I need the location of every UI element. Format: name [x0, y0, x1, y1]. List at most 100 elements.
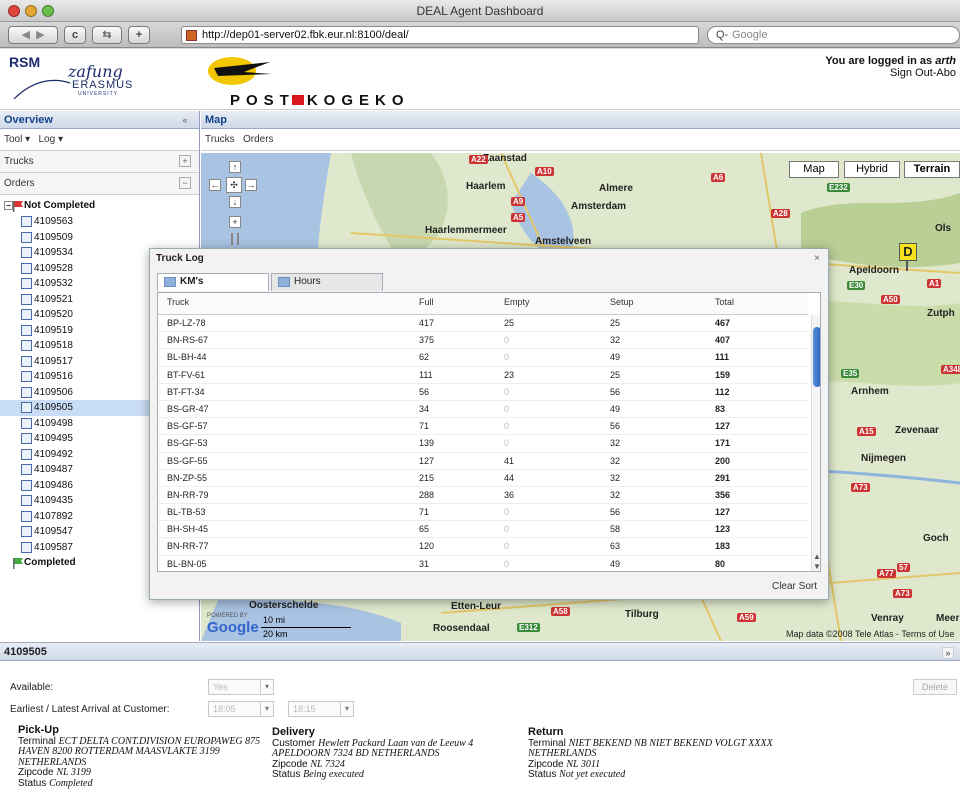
col-full-header[interactable]: Full — [419, 297, 434, 307]
grid-header: Truck Full Empty Setup Total — [158, 293, 808, 315]
table-row[interactable]: BL-BH-44 62 0 49 111 — [158, 349, 808, 367]
clear-sort-button[interactable]: Clear Sort — [772, 581, 817, 592]
cell-total: 111 — [715, 352, 730, 363]
collapse-icon[interactable]: − — [179, 177, 191, 189]
cell-setup: 32 — [610, 489, 621, 500]
zoom-in-button[interactable]: + — [229, 216, 241, 228]
postkogeko-logo: POST KOGEKO — [230, 92, 410, 109]
pan-down-button[interactable]: ↓ — [229, 196, 241, 208]
road-shield: A73 — [851, 483, 870, 492]
maptype-terrain-button[interactable]: Terrain — [904, 161, 960, 178]
document-icon — [21, 231, 32, 243]
collapse-panel-button[interactable]: « — [179, 115, 191, 127]
map-title: Map — [205, 114, 227, 126]
pan-left-button[interactable]: ← — [209, 179, 221, 191]
col-truck-header[interactable]: Truck — [167, 297, 189, 307]
table-row[interactable]: BT-FT-34 56 0 56 112 — [158, 384, 808, 401]
orders-section[interactable]: Orders − — [0, 173, 199, 195]
zoom-slider[interactable] — [231, 233, 239, 245]
map-attribution[interactable]: Map data ©2008 Tele Atlas - Terms of Use — [786, 629, 954, 639]
pan-center-button[interactable]: ✣ — [226, 177, 242, 193]
expand-icon[interactable]: + — [179, 155, 191, 167]
col-total-header[interactable]: Total — [715, 297, 734, 307]
available-select[interactable]: Yes ▾ — [208, 679, 274, 695]
snapback-button[interactable]: ⇆ — [92, 26, 122, 44]
col-setup-header[interactable]: Setup — [610, 297, 634, 307]
table-row[interactable]: BN-RS-67 375 0 32 407 — [158, 332, 808, 350]
url-input[interactable]: http://dep01-server02.fbk.eur.nl:8100/de… — [181, 26, 699, 44]
table-row[interactable]: BN-ZP-55 215 44 32 291 — [158, 470, 808, 487]
pickup-section: Pick-Up Terminal ECT DELTA CONT.DIVISION… — [18, 725, 280, 789]
order-id: 4109520 — [34, 309, 73, 320]
log-menu[interactable]: Log ▾ — [39, 134, 63, 145]
document-icon — [21, 433, 32, 444]
signout-link[interactable]: Sign Out-Abo — [825, 67, 956, 79]
back-icon[interactable]: ◀ — [21, 29, 29, 41]
maptype-hybrid-button[interactable]: Hybrid — [844, 161, 900, 178]
order-item[interactable]: 4109563 — [0, 214, 199, 230]
search-input[interactable]: Q- Google — [707, 26, 960, 44]
table-row[interactable]: BN-RR-79 288 36 32 356 — [158, 487, 808, 505]
brand-post: POST — [230, 92, 295, 109]
cell-setup: 56 — [610, 421, 621, 432]
tool-menu[interactable]: Tool ▾ — [4, 134, 30, 145]
order-id: 4107892 — [34, 510, 73, 522]
pan-up-button[interactable]: ↑ — [229, 161, 241, 173]
delivery-marker[interactable]: D — [899, 243, 917, 261]
road-shield: A10 — [535, 167, 554, 176]
table-row[interactable]: BT-FV-61 111 23 25 159 — [158, 367, 808, 384]
reload-button[interactable]: c — [64, 26, 86, 44]
road-shield: A77 — [877, 569, 896, 578]
document-icon — [21, 417, 32, 429]
delete-button[interactable]: Delete — [913, 679, 957, 695]
table-row[interactable]: BS-GF-57 71 0 56 127 — [158, 418, 808, 436]
maptype-map-button[interactable]: Map — [789, 161, 839, 178]
forward-icon[interactable]: ▶ — [36, 29, 44, 41]
order-item[interactable]: 4109509 — [0, 230, 199, 246]
orders-label: Orders — [4, 178, 35, 189]
scroll-down-icon[interactable]: ▼ — [813, 562, 820, 571]
arrival-to-select[interactable]: 18:15 ▾ — [288, 701, 354, 717]
table-row[interactable]: BL-TB-53 71 0 56 127 — [158, 504, 808, 522]
arrival-from-select[interactable]: 18:05 ▾ — [208, 701, 274, 717]
road-shield: A6 — [711, 173, 726, 182]
map-city-label: Amstelveen — [535, 236, 592, 247]
table-row[interactable]: BP-LZ-78 417 25 25 467 — [158, 315, 808, 333]
cell-truck: BL-BN-05 — [167, 558, 207, 569]
document-icon — [21, 216, 32, 227]
back-forward-buttons[interactable]: ◀ ▶ — [8, 26, 58, 44]
grid-icon — [278, 277, 290, 287]
map-tab-orders[interactable]: Orders — [243, 134, 274, 145]
table-row[interactable]: BS-GF-55 127 41 32 200 — [158, 453, 808, 470]
table-row[interactable]: BH-SH-45 65 0 58 123 — [158, 521, 808, 539]
cell-empty: 36 — [504, 489, 515, 500]
map-tabbar: Trucks Orders — [201, 129, 960, 151]
scrollbar-thumb[interactable] — [813, 327, 820, 387]
cell-empty: 0 — [504, 507, 510, 518]
order-id: 4109495 — [34, 433, 73, 444]
close-icon[interactable]: × — [814, 253, 820, 264]
tab-hours[interactable]: Hours — [271, 273, 383, 291]
pan-right-button[interactable]: → — [245, 179, 257, 191]
table-row[interactable]: BS-GR-47 34 0 49 83 — [158, 401, 808, 419]
add-bookmark-button[interactable]: + — [128, 26, 150, 44]
road-shield: A50 — [881, 295, 900, 304]
trucks-section[interactable]: Trucks + — [0, 151, 199, 173]
cell-full: 71 — [419, 507, 430, 518]
col-empty-header[interactable]: Empty — [504, 297, 530, 307]
table-row[interactable]: BS-GF-53 139 0 32 171 — [158, 435, 808, 453]
road-shield: A59 — [737, 613, 756, 622]
tab-kms[interactable]: KM's — [157, 273, 269, 291]
grid-scrollbar[interactable]: ▲ ▼ — [811, 315, 820, 571]
not-completed-node[interactable]: − Not Completed — [0, 198, 199, 214]
collapse-detail-icon[interactable]: » — [942, 647, 954, 659]
order-id: 4109517 — [34, 355, 73, 367]
scroll-up-icon[interactable]: ▲ — [813, 552, 820, 561]
cell-empty: 0 — [504, 403, 510, 414]
map-tab-trucks[interactable]: Trucks — [205, 134, 235, 145]
road-shield: E312 — [517, 623, 540, 632]
return-section: Return Terminal NIET BEKEND NB NIET BEKE… — [528, 727, 798, 781]
table-row[interactable]: BN-RR-77 120 0 63 183 — [158, 538, 808, 556]
order-detail-title: 4109505 — [4, 646, 47, 658]
table-row[interactable]: BL-BN-05 31 0 49 80 — [158, 556, 808, 571]
